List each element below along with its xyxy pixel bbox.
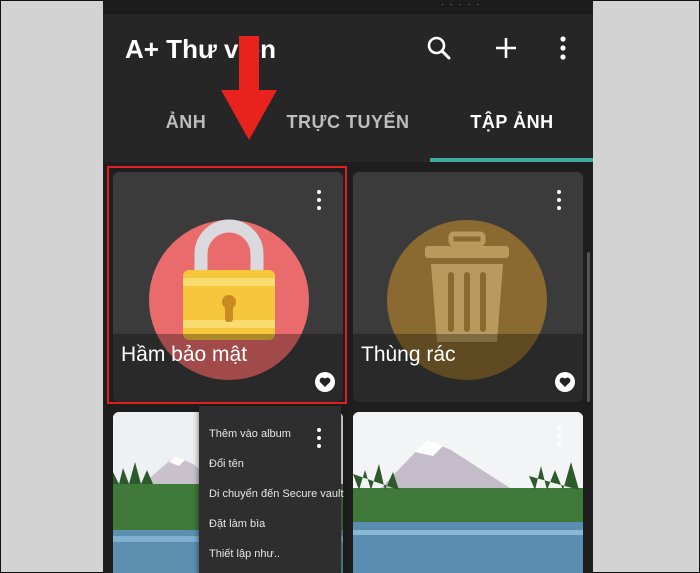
album-card-trash[interactable]: Thùng rác bbox=[353, 172, 583, 402]
tab-bar: ẢNH TRỰC TUYẾN TẬP ẢNH bbox=[103, 84, 593, 162]
app-bar: A+ Thư viện bbox=[103, 14, 593, 84]
album-card-secure-vault[interactable]: Hầm bảo mật bbox=[113, 172, 343, 402]
album-card-photo-2[interactable] bbox=[353, 412, 583, 573]
landscape-thumbnail bbox=[353, 412, 583, 573]
search-icon[interactable] bbox=[423, 32, 455, 64]
menu-more-icon[interactable] bbox=[311, 426, 327, 450]
favorite-icon[interactable] bbox=[555, 372, 575, 392]
album-menu-icon[interactable] bbox=[551, 424, 567, 448]
add-icon[interactable] bbox=[490, 32, 522, 64]
menu-item-set-as-cover[interactable]: Đặt làm bìa bbox=[209, 518, 265, 530]
album-context-menu: Thêm vào album Đổi tên Di chuyển đến Sec… bbox=[199, 406, 344, 573]
status-bar: · · · · · bbox=[103, 0, 593, 14]
album-menu-icon[interactable] bbox=[551, 188, 567, 212]
scrollbar[interactable] bbox=[587, 252, 590, 402]
menu-item-add-to-album[interactable]: Thêm vào album bbox=[209, 428, 291, 440]
menu-item-set-as[interactable]: Thiết lập như.. bbox=[209, 548, 280, 560]
album-title: Hầm bảo mật bbox=[121, 343, 248, 366]
status-indicators: · · · · · bbox=[441, 0, 482, 9]
menu-item-rename[interactable]: Đổi tên bbox=[209, 458, 244, 470]
tab-photos[interactable]: ẢNH bbox=[143, 112, 229, 133]
tab-online[interactable]: TRỰC TUYẾN bbox=[281, 112, 415, 133]
album-title: Thùng rác bbox=[361, 343, 456, 366]
phone-screen: · · · · · A+ Thư viện ẢNH TRỰC TUYẾN TẬP… bbox=[103, 0, 593, 573]
favorite-icon[interactable] bbox=[315, 372, 335, 392]
album-grid: Hầm bảo mật Thùng rác Thêm vào album Đổi… bbox=[103, 162, 593, 573]
menu-item-move-to-secure-vault[interactable]: Di chuyển đến Secure vault bbox=[209, 488, 344, 500]
down-arrow-icon bbox=[221, 36, 277, 140]
album-menu-icon[interactable] bbox=[311, 188, 327, 212]
tab-albums[interactable]: TẬP ẢNH bbox=[455, 112, 569, 133]
more-options-icon[interactable] bbox=[547, 32, 579, 64]
